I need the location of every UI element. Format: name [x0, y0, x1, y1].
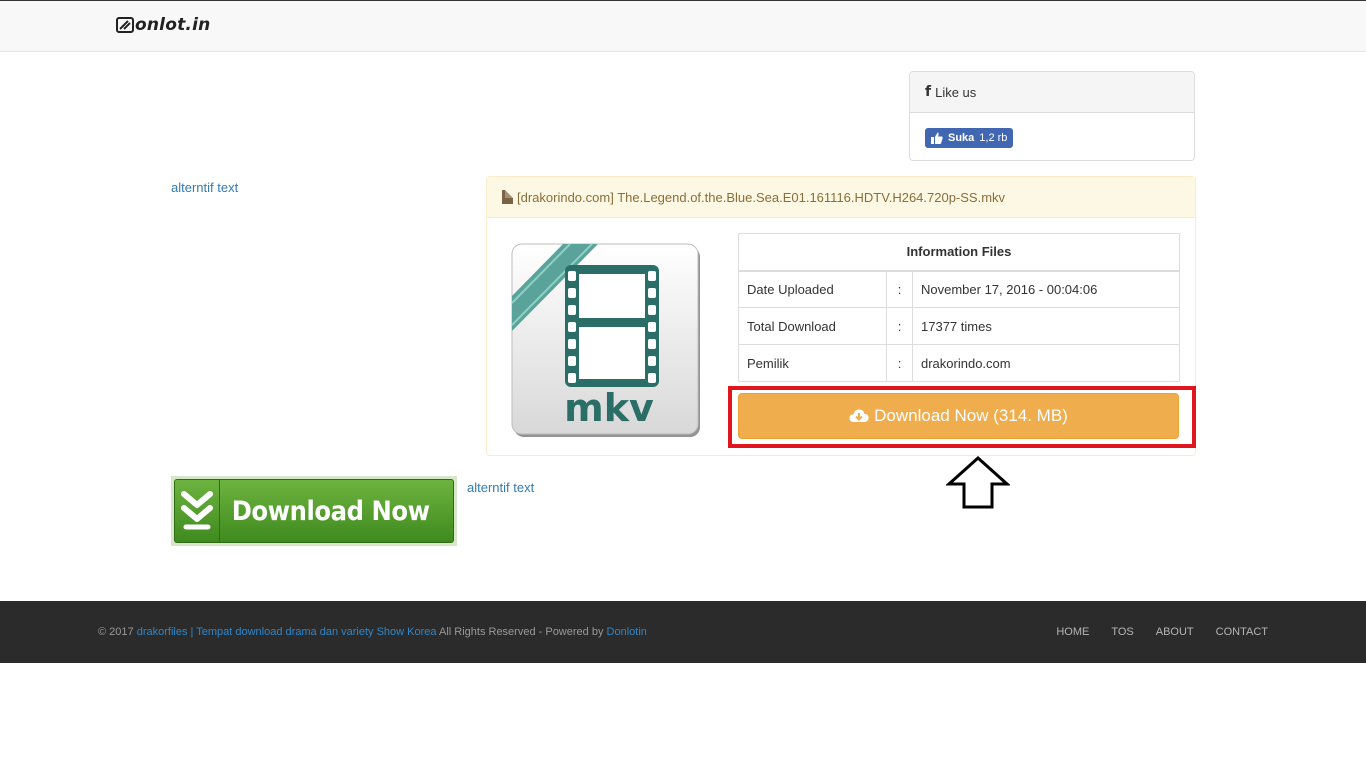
- thumbs-up-icon: [931, 132, 943, 144]
- table-row: Pemilik : drakorindo.com: [738, 344, 1180, 382]
- file-icon: [502, 190, 513, 204]
- row-separator: :: [886, 344, 913, 382]
- facebook-icon: f: [925, 84, 932, 100]
- row-value: drakorindo.com: [912, 344, 1180, 382]
- row-value: November 17, 2016 - 00:04:06: [912, 270, 1180, 308]
- row-label: Date Uploaded: [738, 270, 887, 308]
- footer-link-contact[interactable]: CONTACT: [1216, 626, 1268, 638]
- top-navbar: onlot.in: [0, 0, 1366, 52]
- download-now-button[interactable]: Download Now (314. MB): [738, 393, 1179, 439]
- like-us-panel: f Like us Suka 1,2 rb: [909, 71, 1195, 161]
- row-label: Total Download: [738, 307, 887, 345]
- row-separator: :: [886, 307, 913, 345]
- facebook-like-count: 1,2 rb: [979, 132, 1008, 144]
- table-row: Date Uploaded : November 17, 2016 - 00:0…: [738, 270, 1180, 308]
- row-value: 17377 times: [912, 307, 1180, 345]
- information-files-table: Information Files Date Uploaded : Novemb…: [738, 233, 1180, 382]
- alternative-text-link-1[interactable]: alterntif text: [171, 180, 238, 195]
- row-label: Pemilik: [738, 344, 887, 382]
- footer-link-home[interactable]: HOME: [1056, 626, 1089, 638]
- footer-nav: HOME TOS ABOUT CONTACT: [1056, 626, 1268, 638]
- copyright-text: © 2017: [98, 626, 134, 638]
- row-separator: :: [886, 270, 913, 308]
- cloud-download-icon: [849, 409, 869, 422]
- footer-link-label: TOS: [1111, 626, 1134, 638]
- download-now-ad-banner[interactable]: Download Now: [171, 476, 457, 546]
- alternative-text-link-2[interactable]: alterntif text: [467, 480, 534, 495]
- facebook-like-label: Suka: [948, 132, 975, 144]
- site-logo[interactable]: onlot.in: [116, 15, 210, 35]
- footer-link-label: CONTACT: [1215, 626, 1268, 638]
- powered-by-link[interactable]: Donlotin: [607, 626, 647, 638]
- facebook-like-button[interactable]: Suka 1,2 rb: [925, 128, 1014, 148]
- table-row: Total Download : 17377 times: [738, 307, 1180, 345]
- mkv-icon-label: mkv: [564, 386, 654, 430]
- up-arrow-icon: [946, 456, 1010, 509]
- information-files-title: Information Files: [738, 233, 1180, 272]
- mkv-file-icon: mkv: [511, 243, 700, 437]
- footer-link-label: ABOUT: [1155, 626, 1194, 638]
- site-link[interactable]: drakorfiles | Tempat download drama dan …: [137, 626, 437, 638]
- rights-text: All Rights Reserved - Powered by: [438, 626, 604, 638]
- logo-icon: [116, 17, 134, 33]
- like-us-heading: f Like us: [910, 72, 1194, 113]
- chevron-download-icon: [181, 491, 214, 530]
- page-footer: © 2017 drakorfiles | Tempat download dra…: [0, 601, 1366, 663]
- footer-link-tos[interactable]: TOS: [1111, 626, 1133, 638]
- footer-link-label: HOME: [1056, 626, 1090, 638]
- file-name: [drakorindo.com] The.Legend.of.the.Blue.…: [517, 189, 1006, 205]
- ad-banner-label: Download Now: [231, 495, 430, 527]
- download-now-label: Download Now (314. MB): [874, 406, 1068, 425]
- footer-copyright: © 2017 drakorfiles | Tempat download dra…: [98, 626, 647, 638]
- logo-text: onlot.in: [135, 15, 211, 35]
- file-name-heading: [drakorindo.com] The.Legend.of.the.Blue.…: [487, 177, 1195, 218]
- footer-link-about[interactable]: ABOUT: [1156, 626, 1194, 638]
- like-us-title: Like us: [935, 84, 977, 100]
